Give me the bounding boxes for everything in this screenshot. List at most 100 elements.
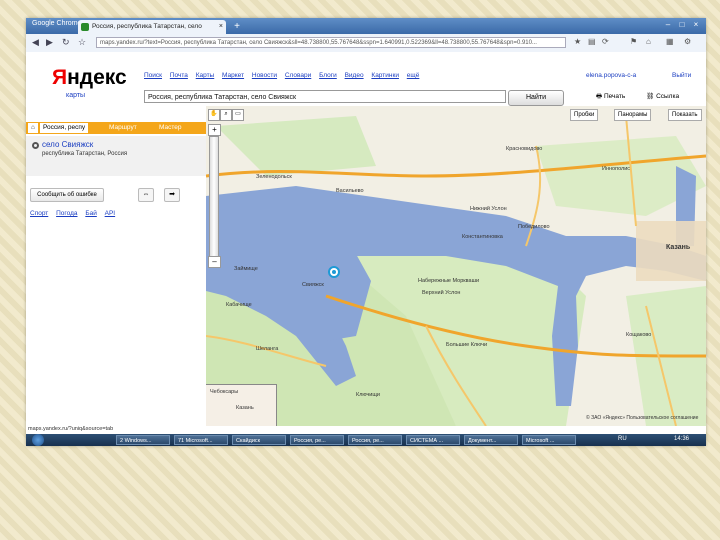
search-input[interactable]: Россия, республика Татарстан, село Свияж… [144, 90, 506, 103]
new-tab-button[interactable]: + [230, 21, 244, 33]
logo-subtitle[interactable]: карты [66, 92, 85, 99]
home-icon[interactable]: ⌂ [646, 37, 651, 46]
maximize-button[interactable]: □ [676, 19, 688, 31]
city-kazan [636, 221, 706, 281]
tab-title: Россия, республика Татарстан, село [92, 23, 202, 30]
tab-bar: Google Chrome Россия, республика Татарст… [26, 18, 706, 34]
refresh-icon[interactable]: ⟳ [602, 37, 609, 46]
taskbar-item[interactable]: Скайдиск [232, 435, 286, 445]
back-arrow-icon[interactable]: ◀ [32, 37, 39, 48]
reload-icon[interactable]: ↻ [62, 37, 70, 48]
top-link[interactable]: Блоги [319, 72, 337, 79]
sidebar-links: Спорт Погода Бай API [30, 210, 121, 217]
ruler-icon[interactable]: ▭ [232, 109, 244, 121]
close-window-button[interactable]: × [690, 19, 702, 31]
collapse-button[interactable]: ⇔ [138, 188, 154, 202]
map-label: Свияжск [302, 282, 324, 288]
map-label: Набережные Моркваши [418, 278, 480, 284]
zoom-slider[interactable] [209, 136, 219, 260]
map-copyright[interactable]: © ЗАО «Яндекс» Пользовательское соглашен… [586, 415, 698, 421]
map-label: Займище [234, 266, 258, 272]
arrow-right-button[interactable]: ➡ [164, 188, 180, 202]
clock[interactable]: 14:36 [674, 436, 689, 442]
top-link[interactable]: Новости [252, 72, 277, 79]
map-label: Нижний Услон [470, 206, 507, 212]
map-label: Красновидово [506, 146, 543, 152]
zoom-in-button[interactable]: + [208, 124, 221, 136]
map-label: Кощаково [626, 332, 652, 338]
top-link[interactable]: Картинки [371, 72, 399, 79]
bookmark-icon[interactable]: ★ [574, 37, 581, 46]
report-error-button[interactable]: Сообщить об ошибке [30, 188, 104, 202]
find-button[interactable]: Найти [508, 90, 564, 106]
location-pin-dot [332, 270, 336, 274]
language-indicator[interactable]: RU [618, 436, 627, 442]
top-link[interactable]: Почта [170, 72, 188, 79]
taskbar-item[interactable]: Документ... [464, 435, 518, 445]
map-label: Кабачище [226, 302, 252, 308]
panoramas-button[interactable]: Панорамы [614, 109, 652, 121]
top-link[interactable]: Маркет [222, 72, 244, 79]
printer-icon: 🖶 [596, 93, 604, 100]
wrench-icon[interactable]: ⚙ [684, 37, 691, 46]
sidebar-link[interactable]: Спорт [30, 210, 48, 217]
print-label: Печать [603, 93, 626, 100]
top-link[interactable]: Видео [345, 72, 364, 79]
close-icon[interactable]: × [219, 20, 223, 34]
taskbar-item[interactable]: 71 Microsoft... [174, 435, 228, 445]
page-icon[interactable]: ▤ [588, 37, 596, 46]
map-label: Зеленодольск [256, 174, 292, 180]
forward-arrow-icon[interactable]: ▶ [46, 37, 53, 48]
map-label: Казань [666, 244, 691, 251]
exit-link[interactable]: Выйти [672, 72, 691, 79]
map-area[interactable]: Пробки Панорамы Показать ✋ ⌕ ▭ + – Казан… [206, 106, 706, 426]
hand-tool-icon[interactable]: ✋ [208, 109, 220, 121]
tab-search-result[interactable]: Россия, респу [40, 123, 89, 133]
sidebar-link[interactable]: Погода [56, 210, 77, 217]
yandex-logo[interactable]: Яндекс [52, 66, 127, 90]
taskbar-item[interactable]: Microsoft ... [522, 435, 576, 445]
extensions-icon[interactable]: ⚑ [630, 37, 637, 46]
taskbar-item[interactable]: Россия, ре... [348, 435, 402, 445]
sidebar-link[interactable]: Бай [85, 210, 97, 217]
minimize-button[interactable]: – [662, 19, 674, 31]
show-layers-button[interactable]: Показать [668, 109, 702, 121]
taskbar-item[interactable]: Россия, ре... [290, 435, 344, 445]
sidebar-link[interactable]: API [105, 210, 115, 217]
top-link[interactable]: Поиск [144, 72, 162, 79]
taskbar-item[interactable]: СИСТЕМА ... [406, 435, 460, 445]
top-link[interactable]: Словари [285, 72, 311, 79]
tab-master[interactable]: Мастер [156, 123, 185, 133]
print-link[interactable]: 🖶 Печать [596, 92, 625, 103]
result-subtitle: республика Татарстан, Россия [42, 151, 128, 157]
user-login[interactable]: elena.popova-c-a [586, 72, 636, 79]
magnifier-icon[interactable]: ⌕ [220, 109, 232, 121]
tab-home-icon[interactable]: ⌂ [28, 123, 38, 133]
result-title[interactable]: село Свияжск [42, 140, 93, 149]
tab-yandex-maps[interactable]: Россия, республика Татарстан, село × [78, 20, 226, 34]
location-marker-icon [32, 142, 39, 149]
logo-rest: ндекс [67, 66, 127, 89]
taskbar-item[interactable]: 2 Windows... [116, 435, 170, 445]
map-label: Ключищи [356, 392, 380, 398]
search-result-item[interactable]: село Свияжск республика Татарстан, Росси… [26, 136, 206, 176]
map-label: Победилово [518, 224, 550, 230]
url-input[interactable]: maps.yandex.ru/?text=Россия, республика … [96, 37, 566, 48]
tab-route[interactable]: Маршрут [106, 123, 140, 133]
share-link[interactable]: ⛓ Ссылка [646, 92, 679, 100]
start-button[interactable] [32, 434, 44, 446]
overview-minimap[interactable]: Чебоксары Казань [206, 384, 277, 426]
browser-name: Google Chrome [32, 20, 82, 27]
zoom-out-button[interactable]: – [208, 256, 221, 268]
page-menu-icon[interactable]: ▦ [666, 37, 674, 46]
top-link[interactable]: Карты [196, 72, 215, 79]
top-link[interactable]: ещё [407, 72, 420, 79]
share-label: Ссылка [656, 93, 680, 100]
minimap-label: Казань [236, 405, 254, 411]
star-icon[interactable]: ☆ [78, 37, 86, 48]
map-label: Константиновка [462, 234, 503, 240]
map-canvas[interactable] [206, 106, 706, 426]
map-label: Васильево [336, 188, 364, 194]
traffic-button[interactable]: Пробки [570, 109, 599, 121]
address-bar-row: ◀ ▶ ↻ ☆ maps.yandex.ru/?text=Россия, рес… [26, 34, 706, 53]
